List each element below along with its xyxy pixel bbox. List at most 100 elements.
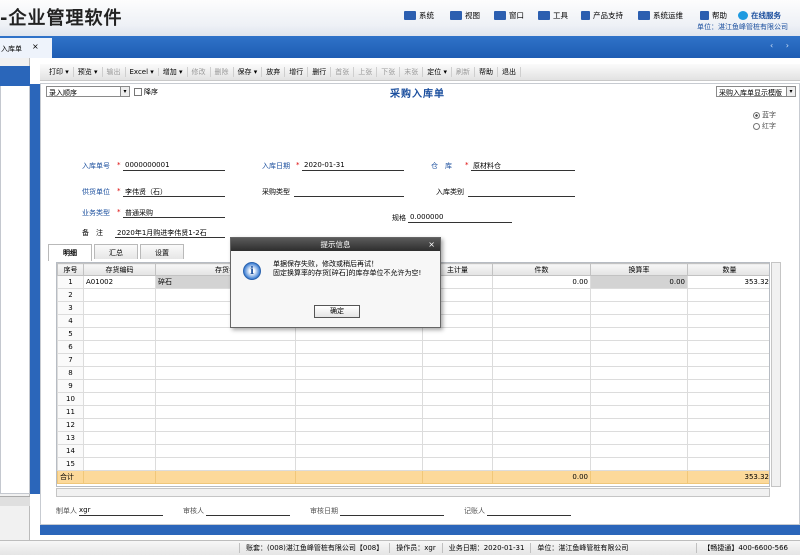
grid-cell[interactable] (422, 379, 493, 393)
grid-cell[interactable] (687, 418, 769, 432)
grid-cell[interactable] (155, 379, 296, 393)
table-row[interactable]: 14 (57, 444, 769, 458)
grid-cell[interactable] (687, 314, 769, 328)
grid-cell[interactable] (422, 327, 493, 341)
grid-cell[interactable] (492, 366, 591, 380)
grid-cell[interactable] (492, 418, 591, 432)
grid-cell[interactable]: A01002 (83, 275, 156, 289)
template-select[interactable]: 采购入库单显示模版 ▾ (716, 86, 796, 97)
grid-cell[interactable] (687, 288, 769, 302)
menu-maintenance[interactable]: 系统运维 (638, 10, 683, 21)
grid-cell[interactable] (295, 327, 423, 341)
grid-cell[interactable] (422, 444, 493, 458)
grid-cell[interactable] (590, 288, 688, 302)
grid-cell[interactable] (687, 379, 769, 393)
grid-cell[interactable] (83, 379, 156, 393)
tab-detail[interactable]: 明细 (48, 244, 92, 261)
desc-checkbox-group[interactable]: 降序 (134, 87, 158, 97)
tab-settings[interactable]: 设置 (140, 244, 184, 259)
grid-cell[interactable] (155, 444, 296, 458)
table-row[interactable]: 8 (57, 366, 769, 380)
left-nav-tree[interactable] (0, 66, 30, 494)
grid-cell[interactable] (155, 392, 296, 406)
desc-checkbox[interactable] (134, 88, 142, 96)
add-row-button[interactable]: 增行 (285, 67, 309, 77)
tab-close-icon[interactable]: × (32, 42, 39, 51)
grid-cell[interactable] (590, 457, 688, 471)
grid-cell[interactable] (295, 366, 423, 380)
grid-vertical-scrollbar[interactable] (771, 262, 781, 487)
grid-cell[interactable] (687, 366, 769, 380)
locate-button[interactable]: 定位 ▾ (423, 67, 453, 77)
col-header-no[interactable]: 序号 (57, 263, 84, 276)
grid-cell[interactable] (590, 314, 688, 328)
grid-cell[interactable] (492, 392, 591, 406)
grid-cell[interactable] (590, 431, 688, 445)
grid-cell[interactable] (687, 457, 769, 471)
delete-row-button[interactable]: 删行 (308, 67, 332, 77)
grid-cell[interactable] (687, 444, 769, 458)
form-splitter[interactable] (30, 84, 40, 494)
grid-cell[interactable] (83, 353, 156, 367)
grid-cell[interactable] (155, 431, 296, 445)
grid-cell[interactable] (590, 366, 688, 380)
inbound-type-field[interactable] (468, 187, 575, 197)
grid-cell[interactable] (422, 366, 493, 380)
table-row[interactable]: 6 (57, 340, 769, 354)
grid-cell[interactable] (295, 379, 423, 393)
dialog-close-icon[interactable]: × (428, 238, 435, 251)
grid-cell[interactable] (590, 327, 688, 341)
grid-cell[interactable] (492, 327, 591, 341)
table-row[interactable]: 15 (57, 457, 769, 471)
grid-cell[interactable] (687, 301, 769, 315)
grid-cell[interactable] (492, 444, 591, 458)
print-button[interactable]: 打印 ▾ (45, 67, 74, 77)
note-field[interactable]: 2020年1月购进李伟贤1-2石 (115, 228, 225, 238)
grid-cell[interactable] (590, 405, 688, 419)
grid-cell[interactable] (492, 405, 591, 419)
left-panel-scrollbar[interactable] (0, 496, 30, 506)
grid-cell[interactable] (295, 405, 423, 419)
edit-button[interactable]: 修改 (188, 67, 211, 77)
grid-cell[interactable] (83, 431, 156, 445)
warehouse-field[interactable]: 原材料仓 (471, 161, 575, 171)
grid-cell[interactable] (422, 405, 493, 419)
grid-cell[interactable] (590, 340, 688, 354)
first-button[interactable]: 首张 (331, 67, 355, 77)
radio-red-dot[interactable] (753, 122, 760, 130)
grid-cell[interactable] (155, 418, 296, 432)
radio-blue[interactable]: 蓝字 (753, 110, 776, 120)
menu-tools[interactable]: 工具 (538, 10, 568, 21)
sort-select[interactable]: 录入顺序 ▾ (46, 86, 130, 97)
supplier-field[interactable]: 李伟贤（石） (123, 187, 225, 197)
grid-cell[interactable] (422, 340, 493, 354)
radio-blue-dot[interactable] (753, 111, 760, 119)
grid-cell[interactable] (422, 418, 493, 432)
prev-button[interactable]: 上张 (354, 67, 378, 77)
grid-cell[interactable] (590, 301, 688, 315)
last-button[interactable]: 末张 (400, 67, 424, 77)
grid-cell[interactable] (590, 392, 688, 406)
col-header-rate[interactable]: 换算率 (590, 263, 688, 276)
next-button[interactable]: 下张 (377, 67, 401, 77)
grid-cell[interactable] (295, 444, 423, 458)
grid-cell[interactable] (492, 301, 591, 315)
export-button[interactable]: 输出 (103, 67, 126, 77)
grid-cell[interactable] (422, 353, 493, 367)
grid-cell[interactable] (295, 457, 423, 471)
grid-cell[interactable] (492, 379, 591, 393)
grid-cell[interactable] (687, 431, 769, 445)
grid-cell[interactable] (687, 340, 769, 354)
grid-cell[interactable] (83, 405, 156, 419)
grid-cell[interactable] (83, 301, 156, 315)
add-button[interactable]: 增加 ▾ (159, 67, 188, 77)
grid-cell[interactable] (83, 288, 156, 302)
menu-help[interactable]: 帮助 (700, 10, 727, 21)
refresh-button[interactable]: 刷新 (452, 67, 476, 77)
table-row[interactable]: 13 (57, 431, 769, 445)
menu-view[interactable]: 视图 (450, 10, 480, 21)
grid-cell[interactable] (83, 340, 156, 354)
grid-cell[interactable] (492, 457, 591, 471)
grid-cell[interactable] (295, 340, 423, 354)
grid-cell[interactable] (687, 392, 769, 406)
